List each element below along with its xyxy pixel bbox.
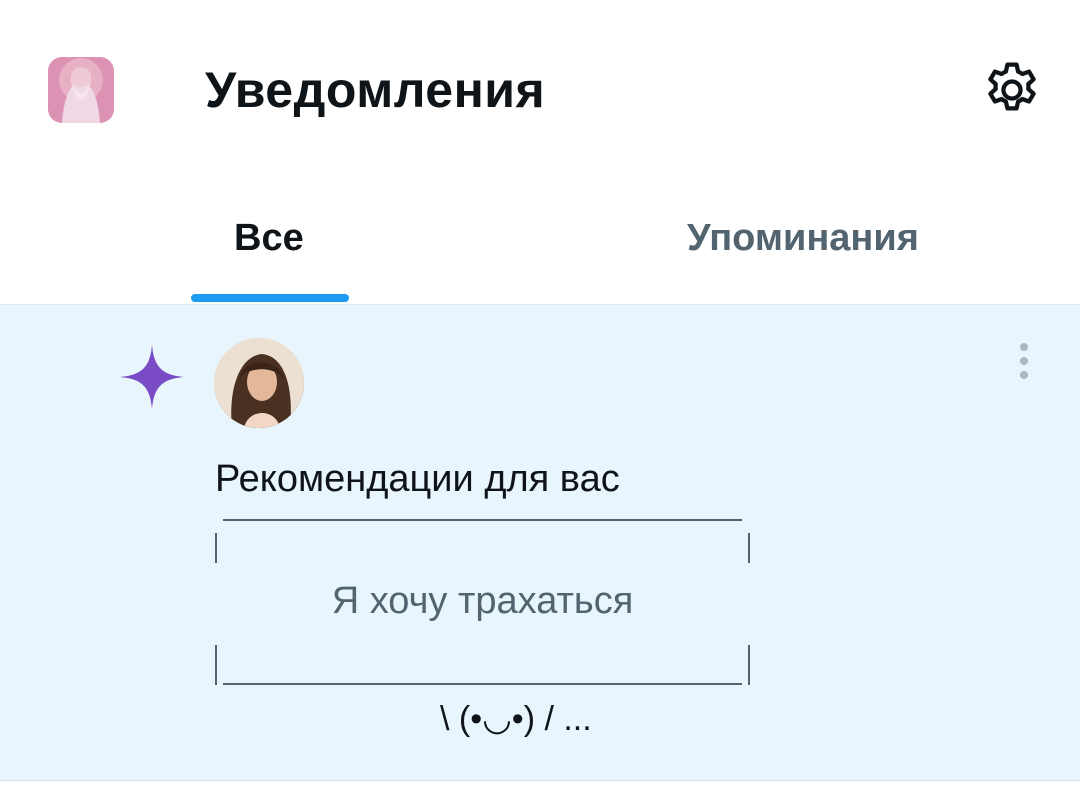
gear-icon	[988, 62, 1036, 111]
kaomoji-text: \ (•◡•) / ...	[440, 700, 592, 738]
notification-item[interactable]: Рекомендации для вас Я хочу трахаться \ …	[0, 305, 1080, 781]
user-avatar[interactable]	[214, 338, 304, 428]
box-bottom-line	[223, 683, 742, 685]
box-right-line	[748, 645, 750, 685]
active-tab-indicator	[191, 294, 349, 302]
sparkle-icon	[120, 345, 184, 409]
page-title: Уведомления	[205, 62, 546, 118]
more-vertical-icon	[1020, 343, 1028, 379]
avatar-image	[214, 338, 304, 428]
box-left-line	[215, 645, 217, 685]
tab-all[interactable]: Все	[234, 210, 304, 266]
more-options-button[interactable]	[1012, 341, 1036, 385]
box-top-line	[223, 519, 742, 521]
avatar-image	[48, 57, 114, 123]
box-right-line	[748, 533, 750, 563]
notification-text: Рекомендации для вас	[215, 458, 620, 500]
tab-bar: Все Упоминания	[0, 180, 1080, 305]
profile-avatar[interactable]	[48, 57, 114, 123]
top-app-bar: Уведомления	[0, 0, 1080, 180]
box-left-line	[215, 533, 217, 563]
quote-text: Я хочу трахаться	[331, 580, 634, 622]
quote-box: Я хочу трахаться	[215, 515, 750, 685]
settings-button[interactable]	[980, 58, 1044, 122]
tab-mentions[interactable]: Упоминания	[687, 210, 919, 266]
